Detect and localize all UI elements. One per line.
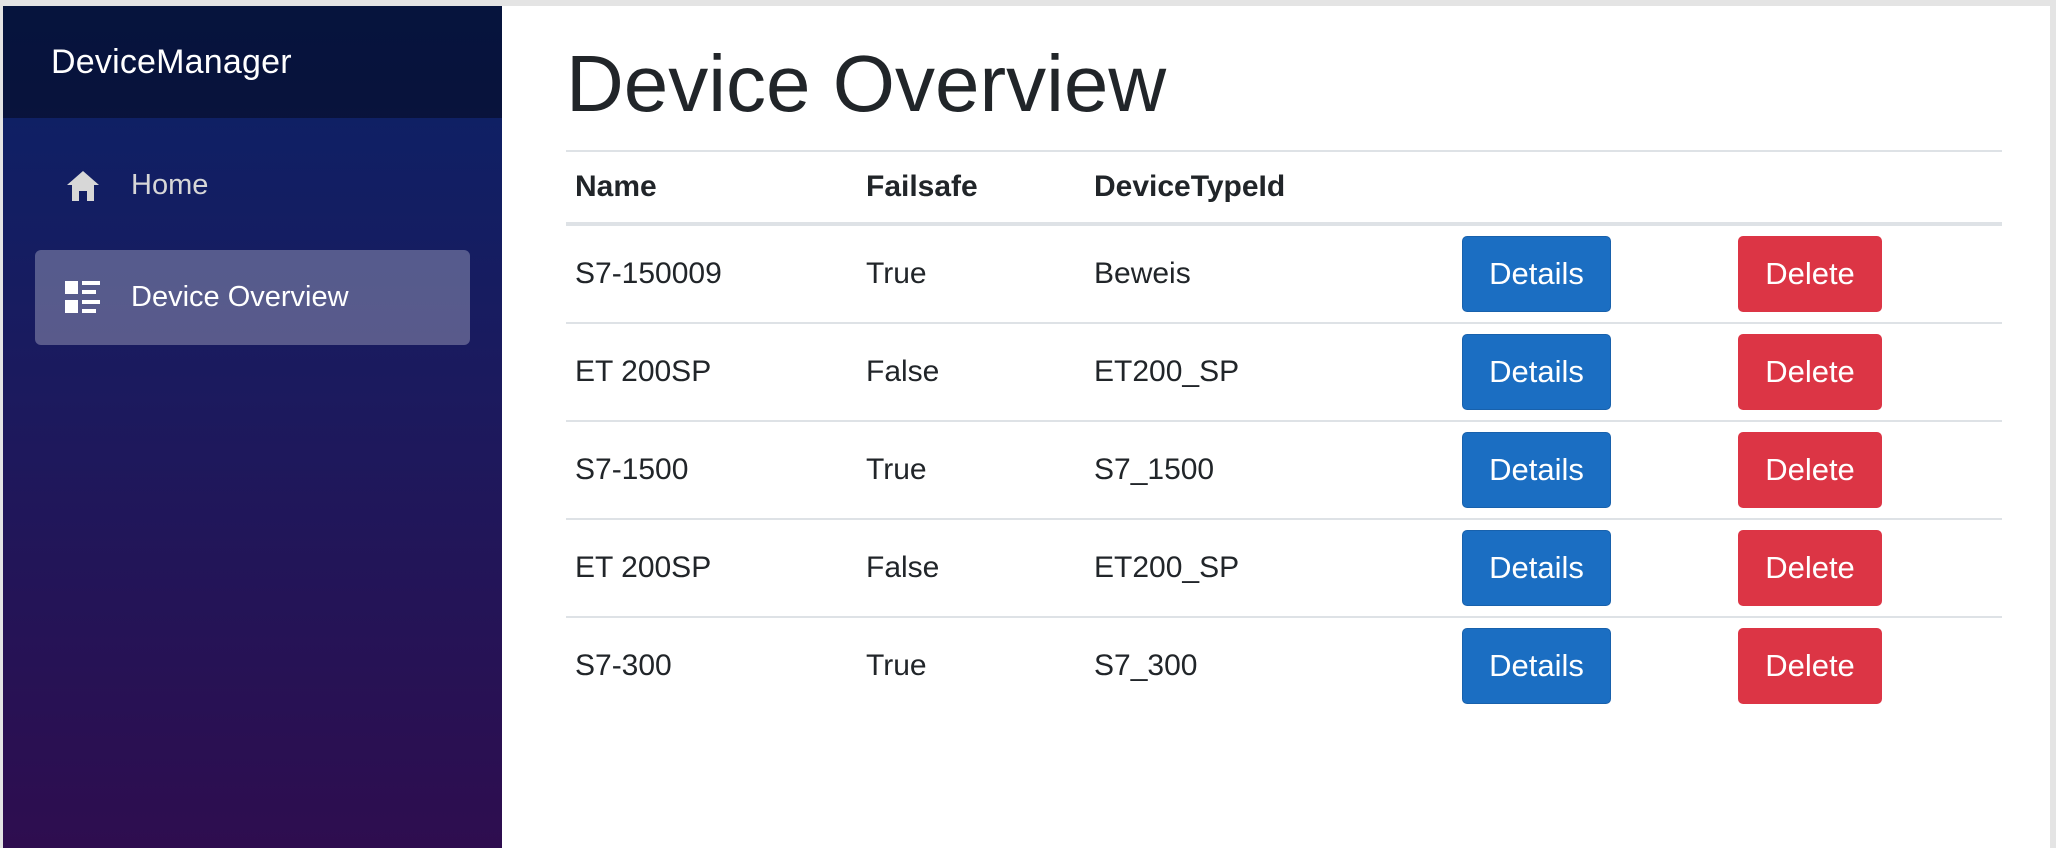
delete-button[interactable]: Delete (1738, 530, 1882, 606)
delete-button[interactable]: Delete (1738, 628, 1882, 704)
cell-failsafe: False (857, 323, 1085, 422)
column-header-device-type-id: DeviceTypeId (1085, 150, 1453, 226)
column-header-failsafe: Failsafe (857, 150, 1085, 226)
cell-device-type-id: S7_1500 (1085, 421, 1453, 520)
nav-item-label: Device Overview (131, 281, 349, 313)
cell-device-type-id: ET200_SP (1085, 519, 1453, 618)
details-button[interactable]: Details (1462, 236, 1611, 312)
cell-details: Details (1453, 421, 1729, 520)
column-header-details (1453, 150, 1729, 226)
sidebar-nav: Home Device Overview (3, 118, 502, 345)
cell-name: S7-1500 (566, 421, 857, 520)
app-window: DeviceManager Home Device Overview Devic… (0, 0, 2056, 848)
nav-item-device-overview[interactable]: Device Overview (35, 250, 470, 345)
delete-button[interactable]: Delete (1738, 334, 1882, 410)
cell-name: S7-300 (575, 649, 672, 682)
table-row: ET 200SP False ET200_SP Details Delete (566, 323, 2002, 422)
table-row: ET 200SP False ET200_SP Details Delete (566, 519, 2002, 618)
table-row: S7-150009 True Beweis Details Delete (566, 224, 2002, 324)
column-header-delete (1729, 150, 2002, 226)
cell-name: ET 200SP (566, 323, 857, 422)
cell-name: ET 200SP (566, 519, 857, 618)
sidebar: DeviceManager Home Device Overview (3, 6, 502, 848)
cell-device-type-id: Beweis (1085, 224, 1453, 324)
cell-delete: Delete (1729, 519, 2002, 618)
details-button[interactable]: Details (1462, 334, 1611, 410)
table-header-row: Name Failsafe DeviceTypeId (566, 150, 2002, 226)
cell-details: Details (1453, 519, 1729, 618)
brand-link[interactable]: DeviceManager (51, 43, 292, 82)
delete-button[interactable]: Delete (1738, 236, 1882, 312)
main-content: Device Overview Name Failsafe DeviceType… (502, 6, 2050, 848)
cell-details: Details (1453, 617, 1729, 714)
cell-failsafe: True (857, 224, 1085, 324)
cell-name: S7-150009 (566, 224, 857, 324)
list-icon (65, 280, 101, 316)
details-button[interactable]: Details (1462, 530, 1611, 606)
cell-delete: Delete (1729, 617, 2002, 714)
table-row: S7-1500 True S7_1500 Details Delete (566, 421, 2002, 520)
cell-device-type-id: ET200_SP (1085, 323, 1453, 422)
cell-delete: Delete (1729, 224, 2002, 324)
devices-table: Name Failsafe DeviceTypeId S7-150009 Tru… (566, 150, 2002, 714)
column-header-name: Name (566, 150, 857, 226)
delete-button[interactable]: Delete (1738, 432, 1882, 508)
cell-details: Details (1453, 323, 1729, 422)
home-icon (65, 168, 101, 204)
cell-failsafe: True (857, 421, 1085, 520)
nav-item-label: Home (131, 169, 209, 201)
table-row: S7-300 True S7_300 Details Delete (566, 617, 2002, 714)
details-button[interactable]: Details (1462, 628, 1611, 704)
cell-failsafe: True (866, 649, 927, 682)
brand-bar: DeviceManager (3, 6, 502, 118)
cell-device-type-id: S7_300 (1094, 649, 1198, 682)
cell-delete: Delete (1729, 323, 2002, 422)
page-title: Device Overview (566, 39, 1167, 128)
details-button[interactable]: Details (1462, 432, 1611, 508)
cell-failsafe: False (857, 519, 1085, 618)
nav-item-home[interactable]: Home (35, 138, 470, 233)
cell-details: Details (1453, 224, 1729, 324)
cell-delete: Delete (1729, 421, 2002, 520)
